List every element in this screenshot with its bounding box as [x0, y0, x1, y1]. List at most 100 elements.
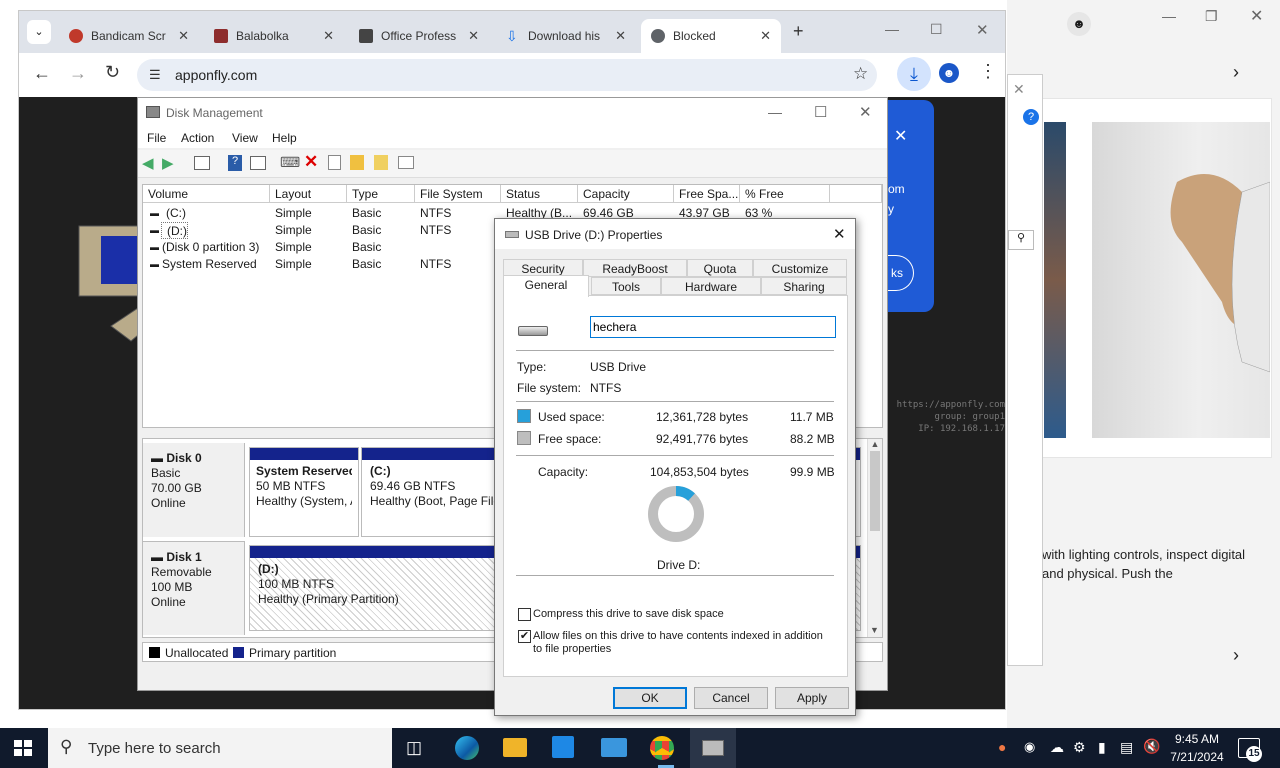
compress-checkbox[interactable]	[518, 608, 531, 621]
index-checkbox[interactable]: ✔	[518, 630, 531, 643]
help-icon[interactable]: ?	[228, 155, 242, 171]
tab-general[interactable]: General	[503, 275, 589, 297]
column-percent-free[interactable]: % Free	[740, 185, 830, 203]
column-file-system[interactable]: File System	[415, 185, 501, 203]
scroll-thumb[interactable]	[870, 451, 880, 531]
tab-search-icon[interactable]: ⌄	[27, 20, 51, 44]
edge-icon[interactable]	[455, 736, 479, 760]
file-explorer-icon[interactable]	[503, 738, 527, 757]
discord-icon[interactable]: ◉	[1024, 739, 1035, 755]
copilot-icon[interactable]: ●	[998, 739, 1006, 755]
menu-file[interactable]: File	[147, 131, 166, 145]
ok-button[interactable]: OK	[613, 687, 687, 709]
tab-bandicam[interactable]: Bandicam Scr ✕	[59, 19, 199, 53]
column-type[interactable]: Type	[347, 185, 415, 203]
close-icon[interactable]: ✕	[1250, 6, 1263, 26]
url-text[interactable]: apponfly.com	[175, 67, 257, 83]
taskbar-search[interactable]: ⚲ Type here to search	[48, 728, 392, 768]
close-bubble-icon[interactable]: ✕	[894, 126, 907, 146]
profile-icon[interactable]: ☻	[1067, 12, 1091, 36]
column-capacity[interactable]: Capacity	[578, 185, 674, 203]
chevron-right-icon[interactable]: ›	[1233, 645, 1239, 666]
forward-icon[interactable]: →	[69, 63, 87, 84]
scroll-down-icon[interactable]: ▼	[868, 625, 881, 635]
check-icon[interactable]	[328, 155, 341, 170]
apply-button[interactable]: Apply	[775, 687, 849, 709]
column-volume[interactable]: Volume	[143, 185, 270, 203]
maximize-icon[interactable]: ☐	[930, 21, 943, 38]
usb-icon[interactable]: ▮	[1098, 739, 1106, 756]
close-tab-icon[interactable]: ✕	[468, 28, 479, 44]
menu-view[interactable]: View	[232, 131, 258, 145]
partition-system-reserved[interactable]: System Reserved 50 MB NTFS Healthy (Syst…	[249, 447, 359, 537]
windows-start-icon[interactable]	[14, 740, 32, 756]
scroll-up-icon[interactable]: ▲	[868, 439, 882, 449]
close-tab-icon[interactable]: ✕	[323, 28, 334, 44]
tab-download[interactable]: ⇩ Download his ✕	[496, 19, 636, 53]
clock-time[interactable]: 9:45 AM	[1168, 732, 1226, 746]
drive-name-input[interactable]	[590, 316, 836, 338]
settings-icon[interactable]: ⚙	[1073, 739, 1086, 756]
menu-dots-icon[interactable]: ⋮	[979, 61, 997, 82]
close-icon[interactable]: ✕	[1013, 81, 1025, 98]
tab-customize[interactable]: Customize	[753, 259, 847, 277]
column-free-space[interactable]: Free Spa...	[674, 185, 740, 203]
close-tab-icon[interactable]: ✕	[178, 28, 189, 44]
minimize-icon[interactable]: —	[1162, 8, 1176, 24]
onedrive-icon[interactable]: ☁	[1050, 739, 1064, 756]
downloads-icon[interactable]: ⤓	[897, 57, 931, 91]
clock-date[interactable]: 7/21/2024	[1168, 750, 1226, 764]
disk1-info[interactable]: ▬ Disk 1 Removable 100 MB Online	[143, 541, 245, 635]
tab-balabolka[interactable]: Balabolka ✕	[204, 19, 344, 53]
tab-blocked[interactable]: Blocked ✕	[641, 19, 781, 53]
bookmark-star-icon[interactable]: ☆	[853, 64, 868, 84]
site-info-icon[interactable]: ☰	[149, 67, 161, 83]
close-tab-icon[interactable]: ✕	[760, 28, 771, 44]
volume-muted-icon[interactable]: 🔇	[1143, 738, 1160, 755]
profile-icon[interactable]: ☻	[939, 63, 959, 83]
reload-icon[interactable]: ↻	[105, 62, 120, 83]
menu-help[interactable]: Help	[272, 131, 297, 145]
vertical-scrollbar[interactable]: ▲ ▼	[867, 439, 882, 637]
tab-sharing[interactable]: Sharing	[761, 277, 847, 295]
delete-icon[interactable]: ✕	[304, 152, 318, 172]
network-icon[interactable]: ▤	[1120, 739, 1133, 756]
mail-icon[interactable]	[601, 738, 627, 757]
tab-quota[interactable]: Quota	[687, 259, 753, 277]
folder-up-icon[interactable]	[350, 155, 364, 170]
tab-readyboost[interactable]: ReadyBoost	[583, 259, 687, 277]
address-bar[interactable]: ☰ apponfly.com ☆	[137, 59, 877, 91]
menu-action[interactable]: Action	[181, 131, 214, 145]
close-icon[interactable]: ✕	[859, 103, 872, 121]
close-window-icon[interactable]: ✕	[976, 21, 989, 39]
column-layout[interactable]: Layout	[270, 185, 347, 203]
tab-tools[interactable]: Tools	[591, 277, 661, 295]
folder-search-icon[interactable]	[374, 155, 388, 170]
maximize-icon[interactable]: ☐	[814, 103, 827, 121]
back-icon[interactable]: ◀	[142, 154, 154, 172]
new-tab-icon[interactable]: +	[793, 21, 804, 42]
properties-icon[interactable]	[194, 156, 210, 170]
disk0-info[interactable]: ▬ Disk 0 Basic 70.00 GB Online	[143, 443, 245, 537]
minimize-icon[interactable]: —	[768, 104, 782, 120]
chevron-right-icon[interactable]: ›	[1233, 62, 1239, 83]
store-icon[interactable]	[552, 736, 574, 758]
task-view-icon[interactable]: ◫	[406, 738, 422, 758]
cancel-button[interactable]: Cancel	[694, 687, 768, 709]
forward-icon[interactable]: ▶	[162, 154, 174, 172]
tab-office[interactable]: Office Profess ✕	[349, 19, 489, 53]
view-icon[interactable]	[250, 156, 266, 170]
back-icon[interactable]: ←	[33, 63, 51, 84]
tab-hardware[interactable]: Hardware	[661, 277, 761, 295]
column-status[interactable]: Status	[501, 185, 578, 203]
disk-management-taskbar-icon[interactable]	[690, 728, 736, 768]
chrome-icon[interactable]	[650, 736, 674, 760]
help-icon[interactable]: ?	[1023, 109, 1039, 125]
list-icon[interactable]	[398, 156, 414, 169]
search-icon[interactable]: ⚲	[1008, 230, 1034, 250]
close-tab-icon[interactable]: ✕	[615, 28, 626, 44]
minimize-icon[interactable]: —	[885, 21, 899, 37]
restore-icon[interactable]: ❐	[1205, 8, 1218, 25]
connect-icon[interactable]: ⌨	[280, 154, 300, 171]
close-icon[interactable]: ✕	[833, 225, 846, 243]
